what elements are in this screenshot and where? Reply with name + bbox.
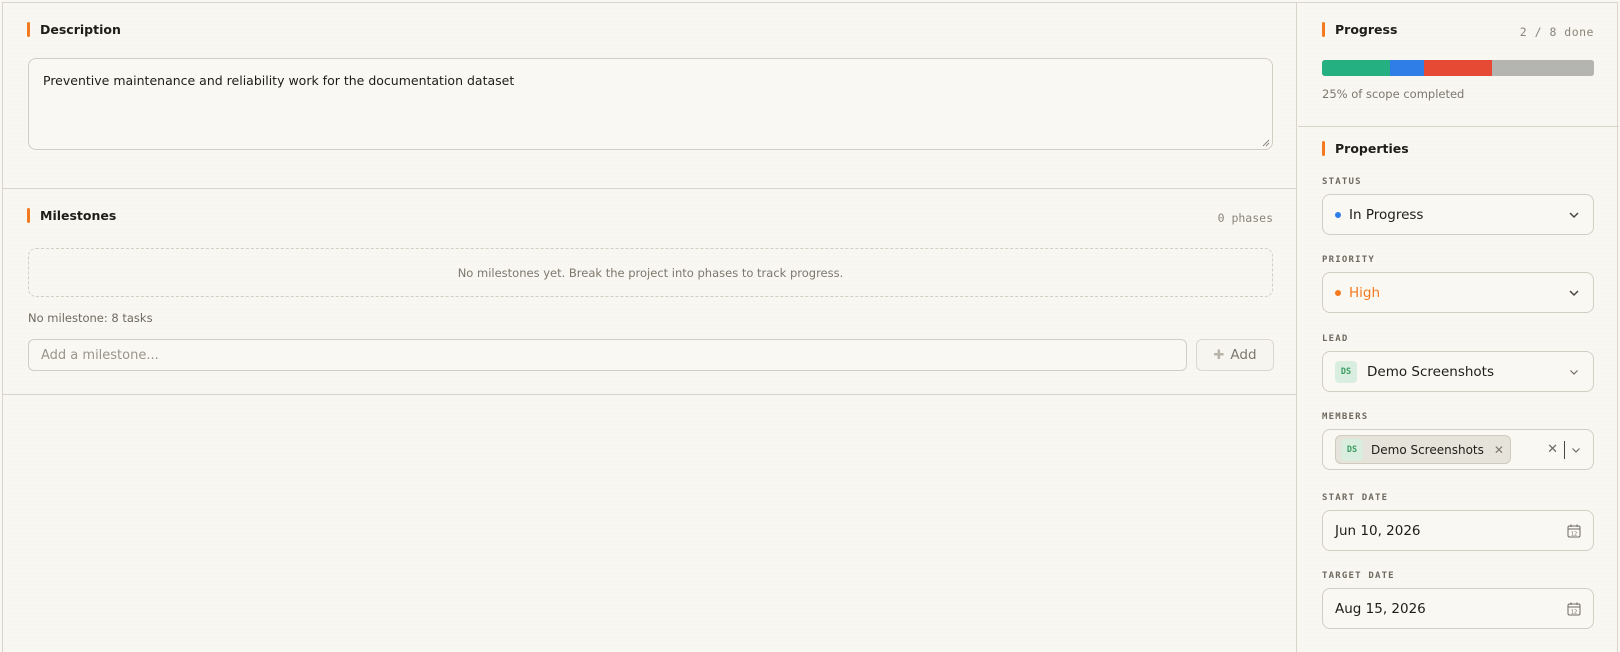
clear-members-icon[interactable]: ✕ (1547, 442, 1558, 457)
accent-bar (1322, 22, 1325, 37)
milestones-heading: Milestones (27, 208, 116, 223)
priority-value: High (1349, 284, 1381, 301)
lead-value: Demo Screenshots (1367, 363, 1494, 380)
progress-title: Progress (1335, 22, 1398, 37)
lead-select[interactable]: DS Demo Screenshots (1322, 351, 1594, 392)
progress-segment-blocked (1424, 60, 1492, 76)
progress-segment-done (1322, 60, 1390, 76)
main-column: Description Preventive maintenance and r… (3, 3, 1297, 652)
progress-section: Progress 2 / 8 done 25% of scope complet… (1298, 3, 1619, 127)
resize-grip-icon[interactable] (1262, 139, 1270, 147)
project-detail-frame: Description Preventive maintenance and r… (2, 2, 1619, 652)
side-panel: Progress 2 / 8 done 25% of scope complet… (1298, 3, 1619, 652)
accent-bar (1322, 141, 1325, 156)
divider (1564, 440, 1565, 459)
properties-heading: Properties (1322, 141, 1409, 156)
calendar-icon[interactable]: 12 (1567, 524, 1581, 538)
target-date-value: Aug 15, 2026 (1335, 600, 1426, 617)
calendar-day: 12 (1571, 531, 1577, 537)
avatar: DS (1341, 438, 1363, 461)
phase-count: 0 phases (1217, 211, 1273, 225)
chevron-down-icon (1570, 369, 1578, 375)
priority-select[interactable]: High (1322, 272, 1594, 313)
chevron-down-icon (1569, 211, 1579, 218)
progress-caption: 25% of scope completed (1322, 87, 1465, 101)
priority-dot (1335, 289, 1341, 296)
status-dot (1335, 211, 1341, 218)
description-textarea[interactable]: Preventive maintenance and reliability w… (28, 58, 1273, 150)
milestones-title: Milestones (40, 208, 117, 223)
lead-label: LEAD (1322, 334, 1349, 344)
progress-segment-todo (1492, 60, 1594, 76)
start-date-value: Jun 10, 2026 (1335, 522, 1421, 539)
accent-bar (27, 208, 30, 223)
progress-bar (1322, 60, 1594, 76)
remove-member-icon[interactable]: ✕ (1494, 443, 1504, 457)
avatar: DS (1335, 360, 1357, 383)
description-text: Preventive maintenance and reliability w… (43, 73, 515, 88)
member-name: Demo Screenshots (1371, 442, 1484, 457)
milestones-empty-state: No milestones yet. Break the project int… (28, 248, 1273, 297)
target-date-label: TARGET DATE (1322, 571, 1395, 581)
accent-bar (27, 22, 30, 37)
progress-segment-in-progress (1390, 60, 1424, 76)
milestones-section: Milestones 0 phases No milestones yet. B… (3, 189, 1297, 395)
priority-label: PRIORITY (1322, 255, 1375, 265)
start-date-label: START DATE (1322, 493, 1389, 503)
description-section: Description Preventive maintenance and r… (3, 3, 1297, 189)
chevron-down-icon (1569, 289, 1579, 296)
empty-state-text: No milestones yet. Break the project int… (457, 265, 844, 280)
member-chip: DS Demo Screenshots ✕ (1335, 435, 1511, 464)
members-select[interactable]: DS Demo Screenshots ✕ ✕ (1322, 429, 1594, 470)
plus-icon: ✚ (1213, 347, 1225, 363)
status-value: In Progress (1349, 206, 1424, 223)
add-milestone-button[interactable]: ✚ Add (1196, 339, 1274, 371)
target-date-field[interactable]: Aug 15, 2026 12 (1322, 588, 1594, 629)
done-count: 2 / 8 done (1519, 25, 1594, 39)
add-button-label: Add (1230, 347, 1257, 363)
calendar-day: 12 (1571, 609, 1577, 615)
status-label: STATUS (1322, 177, 1362, 187)
properties-section: Properties STATUS In Progress PRIORITY H… (1298, 127, 1619, 652)
members-label: MEMBERS (1322, 412, 1369, 422)
no-milestone-count: No milestone: 8 tasks (28, 311, 153, 325)
description-heading: Description (27, 22, 121, 37)
add-milestone-input[interactable] (28, 339, 1187, 371)
start-date-field[interactable]: Jun 10, 2026 12 (1322, 510, 1594, 551)
calendar-icon[interactable]: 12 (1567, 602, 1581, 616)
chevron-down-icon (1572, 447, 1580, 453)
status-select[interactable]: In Progress (1322, 194, 1594, 235)
progress-heading: Progress (1322, 22, 1397, 37)
description-title: Description (40, 22, 121, 37)
properties-title: Properties (1335, 141, 1409, 156)
